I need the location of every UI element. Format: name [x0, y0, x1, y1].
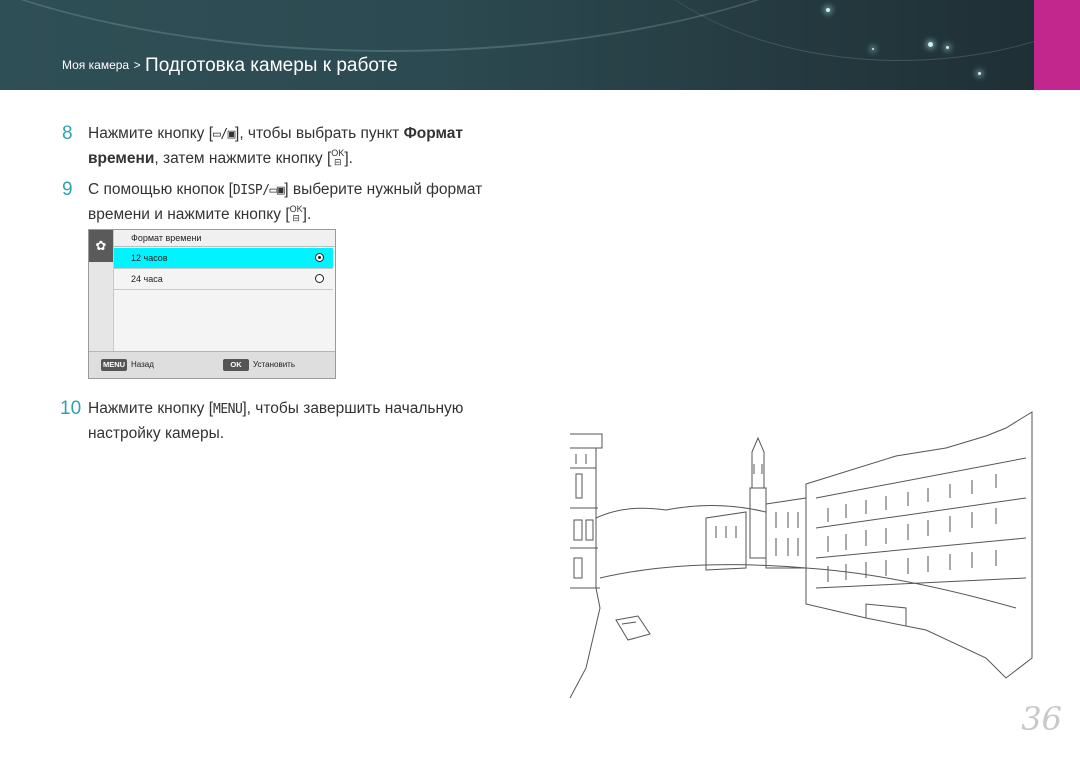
radio-empty-icon	[315, 274, 324, 283]
set-label: Установить	[253, 360, 295, 369]
option-label: 12 часов	[131, 253, 168, 263]
step-number: 10	[60, 398, 82, 419]
sparkle-icon	[946, 46, 949, 49]
page-number: 36	[1021, 700, 1062, 738]
step-text: С помощью кнопок [DISP/▭▣] выберите нужн…	[88, 178, 538, 227]
camera-sidebar: ✿	[89, 230, 114, 351]
step-text: Нажмите кнопку [▭/▣], чтобы выбрать пунк…	[88, 122, 538, 171]
page-title: Подготовка камеры к работе	[145, 55, 398, 76]
menu-key-icon: MENU	[101, 359, 127, 371]
step-text: Нажмите кнопку [MENU], чтобы завершить н…	[88, 397, 538, 446]
gear-icon: ✿	[89, 230, 113, 262]
sparkle-icon	[928, 42, 933, 47]
disp-button-icon: DISP/▭▣	[232, 183, 285, 198]
camera-menu-title-text: Формат времени	[131, 233, 202, 243]
breadcrumb: Моя камера > Подготовка камеры к работе	[62, 55, 398, 77]
option-24h[interactable]: 24 часа	[114, 269, 333, 290]
step-text-part: ], чтобы выбрать пункт	[235, 125, 404, 142]
step-text-part: Нажмите кнопку [	[88, 125, 214, 142]
option-label: 24 часа	[131, 274, 163, 284]
sparkle-icon	[872, 48, 874, 50]
step-text-part: Нажмите кнопку [	[88, 400, 214, 417]
chapter-tab	[1034, 0, 1080, 90]
header-banner: Моя камера > Подготовка камеры к работе	[0, 0, 1080, 90]
radio-selected-icon	[315, 253, 324, 262]
step-text-part: , затем нажмите кнопку [	[154, 150, 332, 167]
sparkle-icon	[978, 72, 981, 75]
step-number: 8	[62, 123, 73, 144]
ok-button-icon: OK ⊟	[331, 148, 345, 167]
menu-button-icon: MENU	[213, 402, 243, 417]
step-text-part: ].	[344, 150, 353, 167]
city-sketch-illustration	[569, 411, 1033, 699]
breadcrumb-separator: >	[133, 58, 141, 72]
option-12h[interactable]: 12 часов	[114, 248, 333, 269]
layout-button-icon: ▭/▣	[213, 127, 236, 142]
ok-key-icon: OK	[223, 359, 249, 371]
camera-footer: MENU Назад OK Установить	[89, 351, 335, 378]
camera-menu-title: Формат времени	[114, 230, 335, 247]
sparkle-icon	[826, 8, 830, 12]
back-label: Назад	[131, 360, 154, 369]
breadcrumb-parent: Моя камера	[62, 58, 130, 72]
camera-screen: ✿ Формат времени 12 часов 24 часа MENU Н…	[88, 229, 336, 379]
ok-button-icon: OK ⊟	[289, 204, 303, 223]
step-number: 9	[62, 179, 73, 200]
step-text-part: С помощью кнопок [	[88, 181, 233, 198]
step-text-part: ].	[302, 206, 312, 223]
